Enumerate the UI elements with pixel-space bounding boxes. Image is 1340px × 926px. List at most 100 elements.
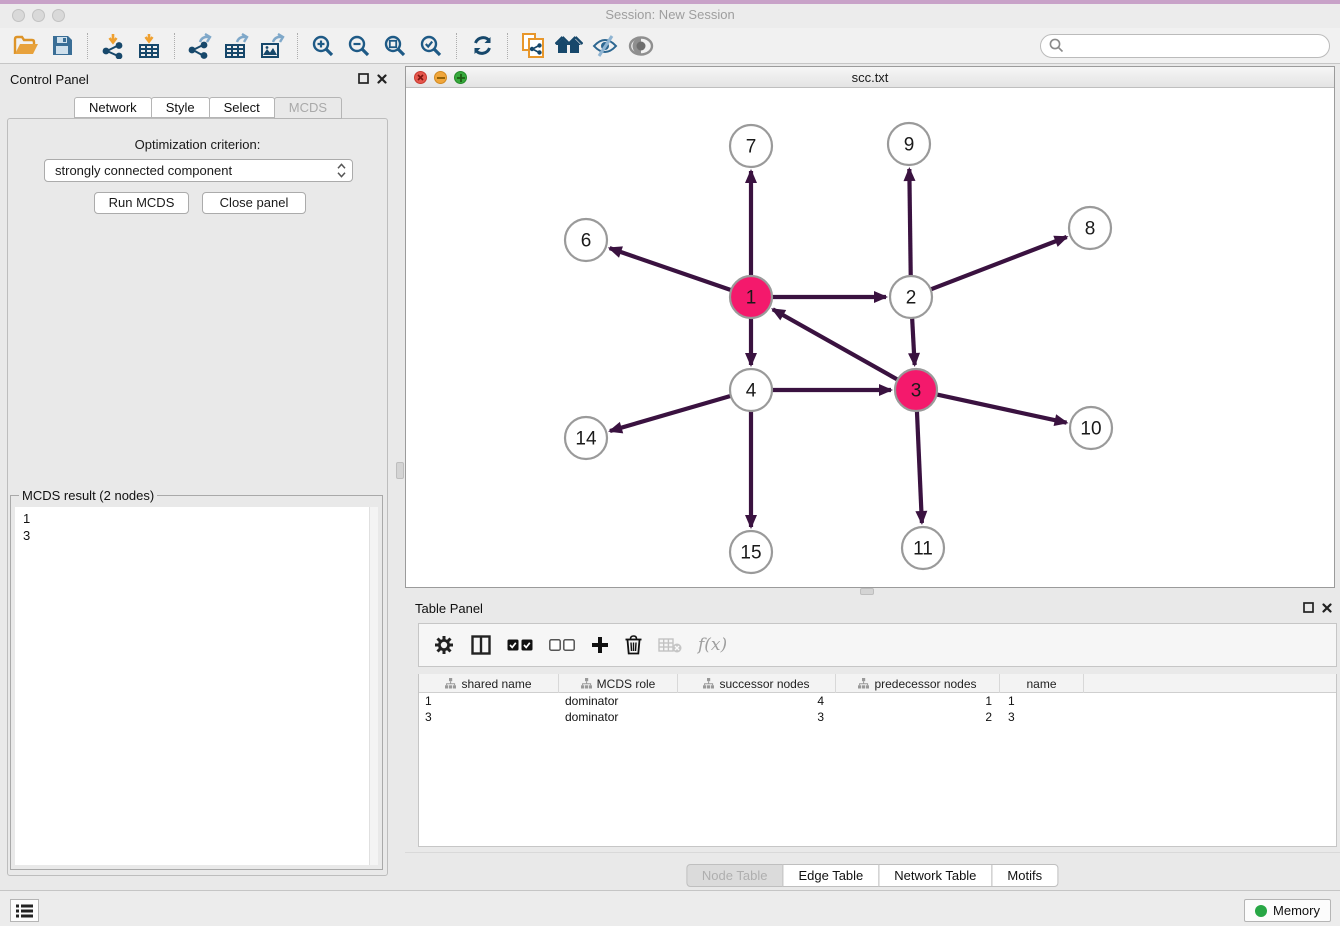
table-cell: 1 (836, 693, 1000, 709)
table-panel-title: Table Panel (415, 601, 483, 616)
zoom-out-icon[interactable] (341, 31, 377, 61)
application-window: Session: New Session (0, 0, 1340, 926)
show-columns-icon[interactable] (471, 630, 491, 660)
edge-3-1[interactable] (773, 309, 898, 379)
export-image-icon[interactable] (254, 31, 290, 61)
table-row[interactable]: 1dominator411 (419, 693, 1336, 709)
column-header-predecessor-nodes[interactable]: predecessor nodes (836, 674, 1000, 693)
search-box (1040, 34, 1330, 58)
open-session-icon[interactable] (8, 31, 44, 61)
node-8[interactable]: 8 (1069, 207, 1111, 249)
svg-text:1: 1 (746, 288, 757, 309)
edge-4-14[interactable] (610, 396, 731, 431)
column-header-name[interactable]: name (1000, 674, 1084, 693)
toolbar-separator (174, 33, 175, 59)
node-4[interactable]: 4 (730, 369, 772, 411)
function-builder-icon[interactable]: f(x) (698, 630, 727, 660)
node-table: shared name MCDS role successor nodes prede… (418, 674, 1337, 847)
node-9[interactable]: 9 (888, 123, 930, 165)
edge-2-3[interactable] (912, 318, 915, 365)
column-header-MCDS-role[interactable]: MCDS role (559, 674, 678, 693)
select-all-icon[interactable] (507, 630, 533, 660)
tab-style[interactable]: Style (151, 97, 210, 118)
clone-network-icon[interactable] (515, 31, 551, 61)
edge-3-10[interactable] (937, 394, 1067, 422)
memory-button[interactable]: Memory (1244, 899, 1331, 922)
tab-edge-table[interactable]: Edge Table (782, 864, 879, 887)
dropdown-stepper-icon (337, 163, 346, 178)
zoom-selected-icon[interactable] (413, 31, 449, 61)
table-toolbar: f(x) (418, 623, 1337, 667)
sort-icon (581, 678, 592, 689)
birds-eye-view-icon[interactable] (623, 31, 659, 61)
import-network-file-icon[interactable] (95, 31, 131, 61)
network-canvas[interactable]: 7 9 6 8 1 2 4 3 14 10 15 11 (406, 88, 1334, 587)
home-icon[interactable] (551, 31, 587, 61)
edge-2-9[interactable] (909, 169, 910, 276)
vertical-splitter-grip[interactable] (396, 462, 404, 479)
tab-node-table[interactable]: Node Table (686, 864, 784, 887)
table-cell: 3 (678, 709, 836, 725)
table-row[interactable]: 3dominator323 (419, 709, 1336, 725)
svg-text:15: 15 (740, 543, 761, 564)
node-2[interactable]: 2 (890, 276, 932, 318)
task-history-button[interactable] (10, 899, 39, 922)
horizontal-splitter-grip[interactable] (860, 588, 874, 595)
optimization-criterion-dropdown[interactable]: strongly connected component (44, 159, 353, 182)
run-mcds-button[interactable]: Run MCDS (94, 192, 189, 214)
column-label: successor nodes (719, 677, 809, 691)
column-header-successor-nodes[interactable]: successor nodes (678, 674, 836, 693)
node-3[interactable]: 3 (895, 369, 937, 411)
tab-network[interactable]: Network (74, 97, 152, 118)
svg-text:7: 7 (746, 137, 757, 158)
svg-text:6: 6 (581, 231, 592, 252)
float-panel-icon[interactable] (358, 73, 369, 84)
network-window-titlebar[interactable]: scc.txt (406, 67, 1334, 88)
export-network-icon[interactable] (182, 31, 218, 61)
control-panel-tabs: NetworkStyleSelectMCDS (75, 97, 342, 119)
toolbar-separator (297, 33, 298, 59)
add-row-icon[interactable] (591, 630, 609, 660)
zoom-fit-icon[interactable] (377, 31, 413, 61)
tab-select[interactable]: Select (209, 97, 275, 118)
tab-motifs[interactable]: Motifs (991, 864, 1058, 887)
zoom-in-icon[interactable] (305, 31, 341, 61)
float-table-panel-icon[interactable] (1303, 602, 1314, 613)
export-table-icon[interactable] (218, 31, 254, 61)
close-panel-icon[interactable] (377, 74, 387, 84)
tab-mcds[interactable]: MCDS (274, 97, 342, 119)
node-15[interactable]: 15 (730, 531, 772, 573)
edge-3-11[interactable] (917, 411, 922, 523)
table-header-row: shared name MCDS role successor nodes prede… (419, 674, 1336, 693)
result-scrollbar[interactable] (369, 507, 378, 865)
close-table-panel-icon[interactable] (1322, 603, 1332, 613)
mcds-result-area[interactable]: 13 (15, 507, 378, 865)
edge-1-6[interactable] (610, 248, 732, 290)
delete-table-icon[interactable] (658, 630, 682, 660)
sort-icon (445, 678, 456, 689)
node-14[interactable]: 14 (565, 417, 607, 459)
refresh-icon[interactable] (464, 31, 500, 61)
node-7[interactable]: 7 (730, 125, 772, 167)
search-input[interactable] (1069, 38, 1329, 53)
edge-2-8[interactable] (931, 237, 1067, 289)
network-graph: 7 9 6 8 1 2 4 3 14 10 15 11 (406, 88, 1334, 587)
deselect-all-icon[interactable] (549, 630, 575, 660)
node-1[interactable]: 1 (730, 276, 772, 318)
column-label: shared name (461, 677, 531, 691)
show-hide-graphics-details-icon[interactable] (587, 31, 623, 61)
settings-gear-icon[interactable] (433, 630, 455, 660)
column-header-shared-name[interactable]: shared name (419, 674, 559, 693)
node-6[interactable]: 6 (565, 219, 607, 261)
save-session-icon[interactable] (44, 31, 80, 61)
delete-row-icon[interactable] (625, 630, 642, 660)
column-label: predecessor nodes (874, 677, 976, 691)
main-toolbar (0, 28, 1340, 64)
result-line: 3 (15, 527, 378, 544)
node-11[interactable]: 11 (902, 527, 944, 569)
import-table-file-icon[interactable] (131, 31, 167, 61)
column-label: MCDS role (597, 677, 656, 691)
tab-network-table[interactable]: Network Table (878, 864, 992, 887)
node-10[interactable]: 10 (1070, 407, 1112, 449)
close-panel-button[interactable]: Close panel (202, 192, 306, 214)
